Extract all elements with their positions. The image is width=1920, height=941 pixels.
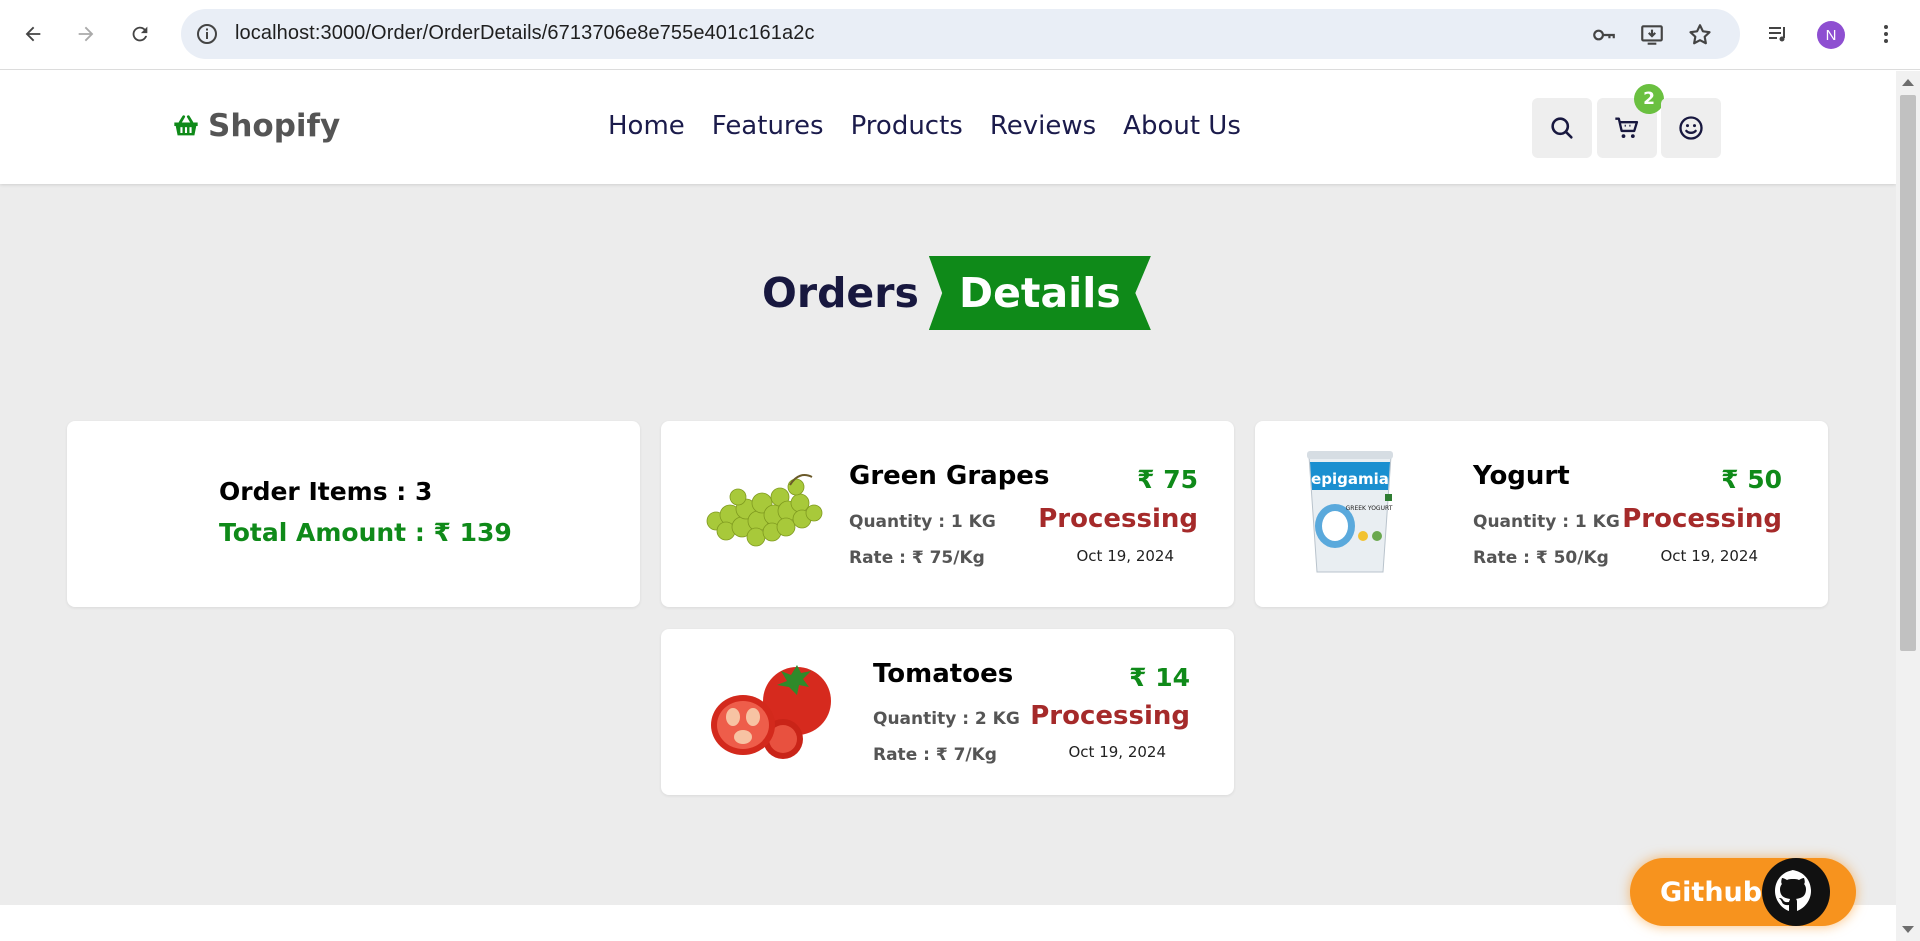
- order-items-count: Order Items : 3: [219, 477, 433, 506]
- order-status: Processing: [1622, 504, 1782, 534]
- media-control-button[interactable]: [1762, 18, 1794, 50]
- order-status: Processing: [1038, 504, 1198, 534]
- url-text[interactable]: localhost:3000/Order/OrderDetails/671370…: [235, 22, 815, 45]
- reload-icon: [132, 26, 148, 42]
- svg-text:GREEK YOGURT: GREEK YOGURT: [1346, 505, 1393, 512]
- nav-reviews[interactable]: Reviews: [990, 111, 1096, 141]
- product-quantity: Quantity : 1 KG: [849, 512, 996, 532]
- product-price: ₹ 14: [1129, 663, 1190, 692]
- order-status: Processing: [1030, 701, 1190, 731]
- order-date: Oct 19, 2024: [1660, 547, 1759, 565]
- cart-count-badge: 2: [1634, 84, 1664, 114]
- order-item-card[interactable]: epigamia GREEK YOGURT Yogurt Quantity : …: [1255, 421, 1828, 607]
- search-icon: [1551, 117, 1573, 139]
- scrollbar-thumb[interactable]: [1900, 95, 1916, 651]
- product-price: ₹ 50: [1721, 465, 1782, 494]
- product-rate: Rate : ₹ 75/Kg: [849, 548, 985, 568]
- order-item-card[interactable]: Green Grapes Quantity : 1 KG Rate : ₹ 75…: [661, 421, 1234, 607]
- github-button[interactable]: Github: [1630, 858, 1856, 926]
- nav-home[interactable]: Home: [608, 111, 685, 141]
- order-total-amount: Total Amount : ₹ 139: [219, 518, 512, 547]
- back-button[interactable]: [15, 16, 51, 52]
- page-content: Shopify Home Features Products Reviews A…: [0, 71, 1896, 941]
- basket-icon: [174, 115, 198, 136]
- page-title-ribbon: Details: [928, 256, 1151, 330]
- order-date: Oct 19, 2024: [1068, 743, 1167, 761]
- github-icon: [1762, 858, 1830, 926]
- order-item-card[interactable]: Tomatoes Quantity : 2 KG Rate : ₹ 7/Kg ₹…: [661, 629, 1234, 795]
- product-name: Yogurt: [1473, 461, 1570, 491]
- address-bar[interactable]: localhost:3000/Order/OrderDetails/671370…: [181, 9, 1740, 59]
- browser-toolbar: localhost:3000/Order/OrderDetails/671370…: [0, 0, 1920, 70]
- chrome-menu-button[interactable]: [1870, 18, 1902, 50]
- product-name: Tomatoes: [873, 659, 1014, 689]
- page-title: Orders Details: [762, 256, 1151, 330]
- nav-products[interactable]: Products: [851, 111, 963, 141]
- scroll-up-icon[interactable]: [1902, 79, 1914, 86]
- product-rate: Rate : ₹ 7/Kg: [873, 745, 997, 765]
- order-summary-card: Order Items : 3 Total Amount : ₹ 139: [67, 421, 640, 607]
- cart-icon: [1615, 117, 1639, 139]
- product-quantity: Quantity : 1 KG: [1473, 512, 1620, 532]
- info-icon[interactable]: [195, 22, 219, 46]
- product-rate: Rate : ₹ 50/Kg: [1473, 548, 1609, 568]
- github-label: Github: [1660, 876, 1763, 908]
- profile-button[interactable]: [1661, 98, 1721, 158]
- smile-icon: [1679, 116, 1703, 140]
- star-icon[interactable]: [1687, 22, 1713, 48]
- search-button[interactable]: [1532, 98, 1592, 158]
- reload-button[interactable]: [122, 16, 158, 52]
- page-scrollbar[interactable]: [1896, 71, 1920, 941]
- forward-button[interactable]: [68, 16, 104, 52]
- grapes-image: [706, 474, 823, 547]
- scroll-down-icon[interactable]: [1902, 926, 1914, 933]
- main-nav: Home Features Products Reviews About Us: [608, 111, 1241, 141]
- nav-about-us[interactable]: About Us: [1123, 111, 1241, 141]
- install-app-icon[interactable]: [1639, 22, 1665, 48]
- product-name: Green Grapes: [849, 461, 1050, 491]
- key-icon[interactable]: [1591, 22, 1617, 48]
- page-title-orders: Orders: [762, 269, 919, 317]
- footer: [0, 905, 1896, 941]
- kebab-menu-icon: [1884, 25, 1888, 43]
- svg-text:epigamia: epigamia: [1311, 470, 1389, 488]
- order-date: Oct 19, 2024: [1076, 547, 1175, 565]
- yogurt-cup-image: epigamia GREEK YOGURT: [1307, 451, 1393, 573]
- arrow-left-icon: [25, 26, 41, 42]
- arrow-right-icon: [78, 26, 94, 42]
- profile-avatar[interactable]: N: [1817, 21, 1845, 49]
- site-header: Shopify Home Features Products Reviews A…: [0, 71, 1896, 184]
- logo-text: Shopify: [208, 108, 341, 144]
- product-quantity: Quantity : 2 KG: [873, 709, 1020, 729]
- product-price: ₹ 75: [1137, 465, 1198, 494]
- nav-features[interactable]: Features: [712, 111, 824, 141]
- page-title-details: Details: [959, 269, 1121, 317]
- logo[interactable]: Shopify: [172, 108, 340, 144]
- playlist-icon: [1769, 27, 1785, 42]
- tomatoes-image: [711, 665, 831, 759]
